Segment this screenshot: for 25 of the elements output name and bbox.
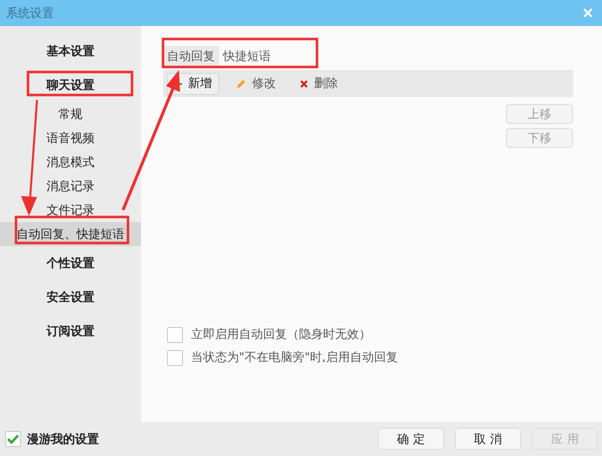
- sidebar-subitem[interactable]: 常规: [0, 102, 141, 126]
- sidebar-subitem[interactable]: 语音视频: [0, 126, 141, 150]
- sidebar-subitem[interactable]: 消息记录: [0, 174, 141, 198]
- delete-button[interactable]: 删除: [293, 72, 345, 94]
- sidebar-item[interactable]: 订阅设置: [0, 314, 141, 348]
- dialog-button[interactable]: 取 消: [455, 428, 521, 450]
- pencil-icon: [236, 78, 246, 88]
- sidebar-item[interactable]: 安全设置: [0, 280, 141, 314]
- checkbox[interactable]: [167, 326, 183, 342]
- checkbox[interactable]: [167, 350, 183, 366]
- sidebar-subitem[interactable]: 消息模式: [0, 150, 141, 174]
- checkbox[interactable]: [5, 431, 21, 447]
- dialog-button[interactable]: 确 定: [378, 428, 444, 450]
- close-icon: [300, 80, 308, 88]
- sidebar-item[interactable]: 聊天设置: [0, 68, 141, 102]
- roam-label: 漫游我的设置: [27, 430, 99, 448]
- tab[interactable]: 自动回复: [163, 46, 219, 66]
- sidebar-subitem[interactable]: 文件记录: [0, 198, 141, 222]
- edit-button[interactable]: 修改: [229, 72, 283, 94]
- option-label: 当状态为"不在电脑旁"时,启用自动回复: [191, 349, 398, 366]
- sidebar-item[interactable]: 基本设置: [0, 34, 141, 68]
- option-label: 立即启用自动回复（隐身时无效）: [191, 326, 371, 343]
- window-title: 系统设置: [6, 4, 54, 22]
- sidebar-item[interactable]: 个性设置: [0, 246, 141, 280]
- tab[interactable]: 快捷短语: [219, 46, 275, 66]
